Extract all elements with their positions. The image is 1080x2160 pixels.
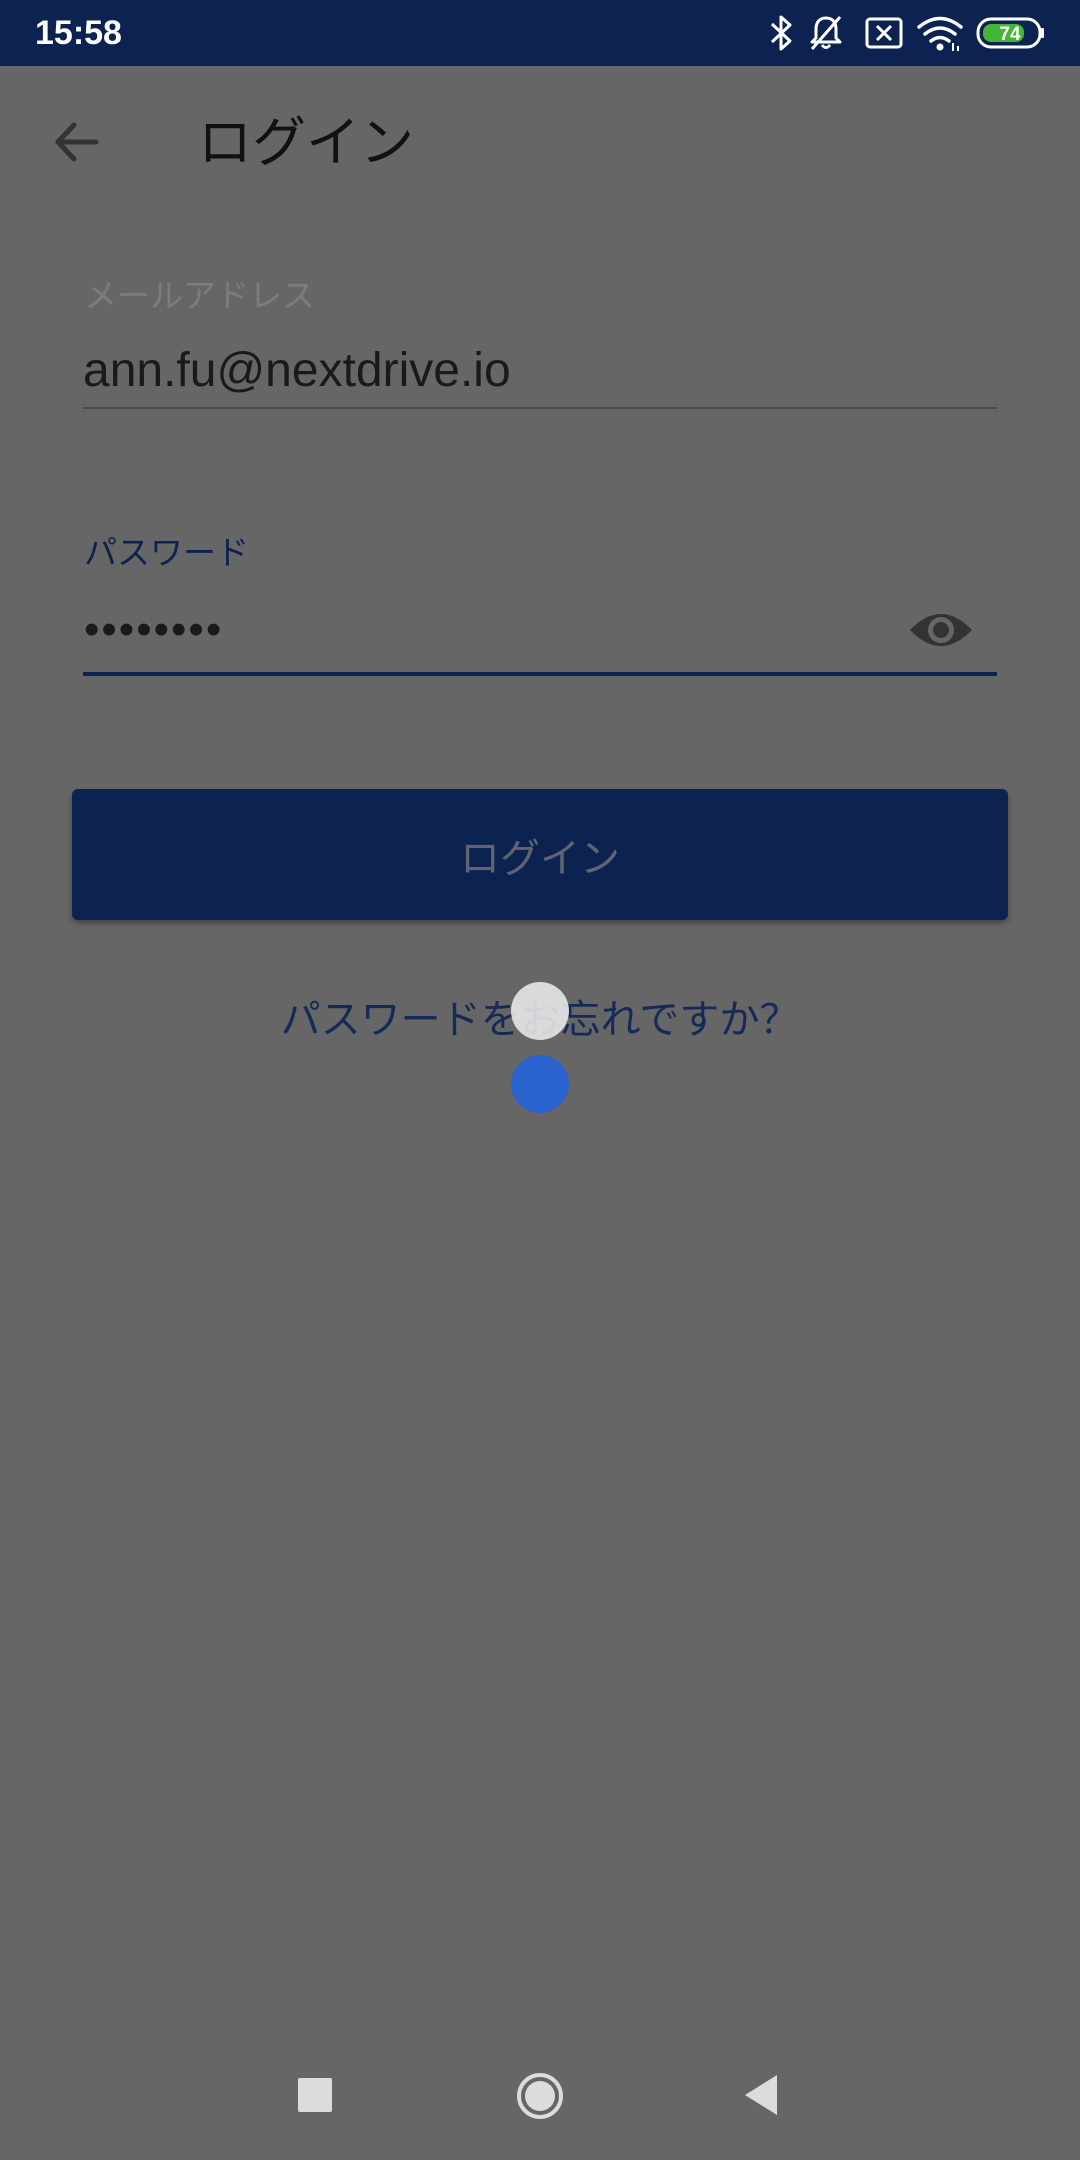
- password-underline: [83, 672, 997, 676]
- email-underline: [83, 407, 997, 409]
- sim-off-icon: [865, 17, 903, 49]
- battery-level: 74: [999, 24, 1021, 45]
- status-time: 15:58: [35, 14, 122, 52]
- bell-off-icon: [810, 16, 842, 50]
- eye-icon: [910, 614, 972, 646]
- email-field[interactable]: ann.fu@nextdrive.io: [83, 343, 511, 399]
- bluetooth-icon: [770, 15, 792, 51]
- page-title: ログイン: [198, 111, 414, 174]
- login-button[interactable]: ログイン: [72, 789, 1008, 920]
- touch-indicator-trail: [511, 982, 569, 1040]
- touch-indicator: [511, 1055, 569, 1113]
- password-label: パスワード: [84, 533, 249, 572]
- status-bar: 15:58 74: [0, 0, 1080, 66]
- back-button[interactable]: [38, 104, 114, 180]
- email-label: メールアドレス: [84, 276, 315, 315]
- home-circle-icon[interactable]: [515, 2071, 565, 2121]
- battery-icon: 74: [976, 17, 1044, 49]
- password-field[interactable]: ••••••••: [84, 608, 223, 652]
- back-triangle-icon[interactable]: [743, 2073, 779, 2117]
- password-visibility-toggle[interactable]: [908, 602, 974, 658]
- wifi-icon: [917, 16, 963, 51]
- login-button-label: ログイン: [460, 835, 620, 882]
- recents-square-icon[interactable]: [298, 2078, 332, 2112]
- arrow-back-icon: [55, 122, 99, 162]
